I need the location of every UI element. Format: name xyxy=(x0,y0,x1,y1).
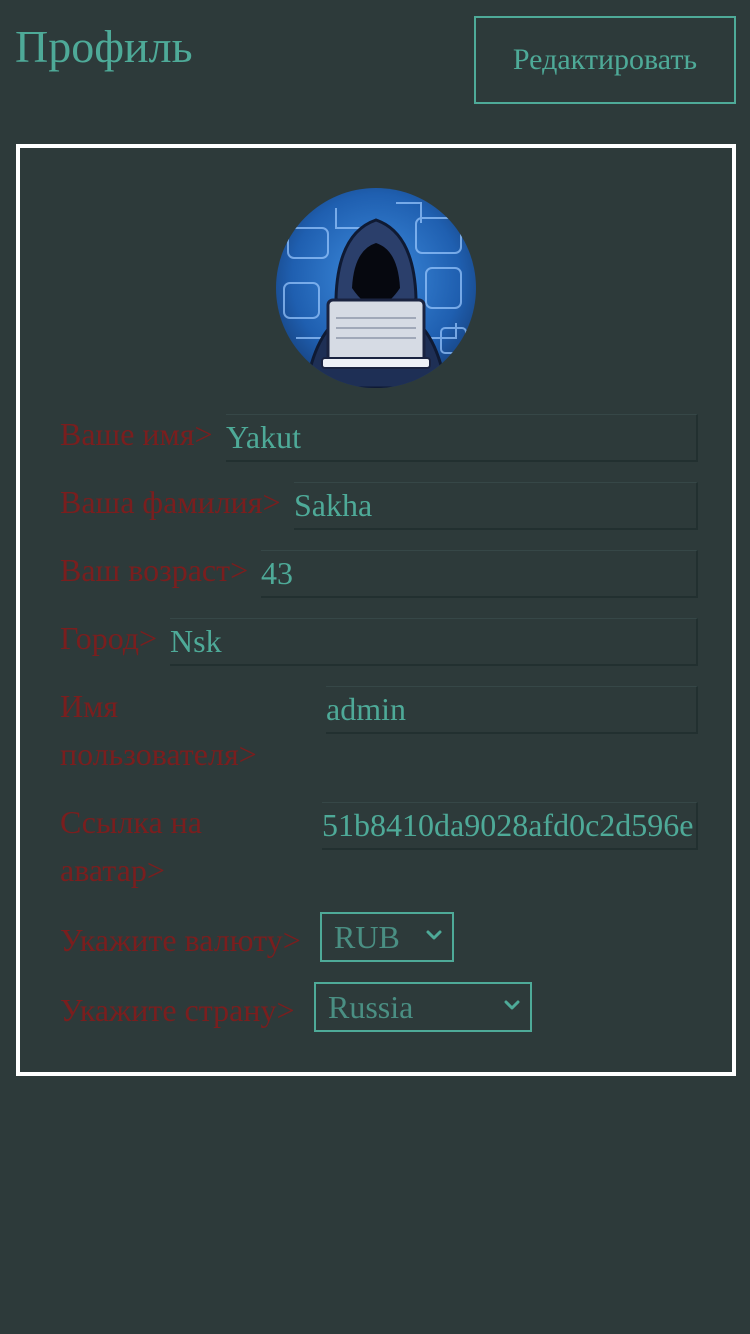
last-name-label: Ваша фамилия> xyxy=(60,484,281,520)
page-title: Профиль xyxy=(15,21,193,72)
profile-card: Ваше имя> Ваша фамилия> Ваш возраст> Гор… xyxy=(16,144,736,1076)
first-name-input[interactable] xyxy=(226,414,698,462)
country-select-value: Russia xyxy=(328,989,414,1025)
age-label: Ваш возраст> xyxy=(60,552,249,588)
edit-button[interactable]: Редактировать xyxy=(474,16,736,104)
country-label: Укажите страну> xyxy=(60,992,295,1028)
city-input[interactable] xyxy=(170,618,698,666)
username-label: Имя пользователя> xyxy=(60,688,257,772)
hooded-hacker-avatar-icon xyxy=(276,188,476,388)
username-input[interactable] xyxy=(326,686,698,734)
last-name-input[interactable] xyxy=(294,482,698,530)
currency-select-value: RUB xyxy=(334,919,400,955)
city-label: Город> xyxy=(60,620,158,656)
avatar xyxy=(276,188,476,388)
currency-select[interactable]: RUB xyxy=(320,912,454,962)
country-select[interactable]: Russia xyxy=(314,982,532,1032)
age-input[interactable] xyxy=(261,550,698,598)
avatar-link-label: Ссылка на аватар> xyxy=(60,804,202,888)
chevron-down-icon xyxy=(504,1000,520,1010)
chevron-down-icon xyxy=(426,930,442,940)
first-name-label: Ваше имя> xyxy=(60,416,213,452)
avatar-link-input[interactable] xyxy=(322,802,698,850)
currency-label: Укажите валюту> xyxy=(60,922,301,958)
